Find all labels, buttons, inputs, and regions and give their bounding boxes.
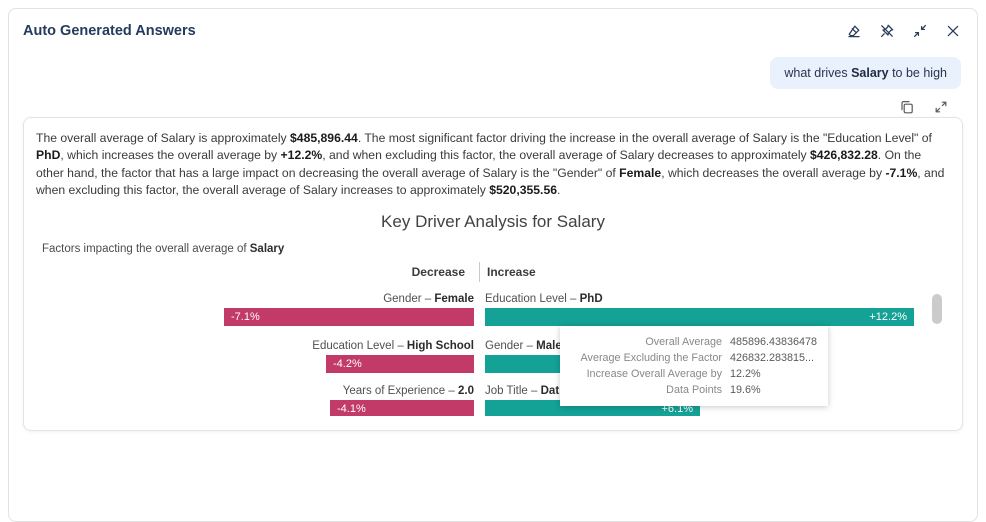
key-driver-chart: Decrease Increase Gender – Female -7.1% Ed… bbox=[36, 262, 950, 416]
decrease-cell: Education Level – High School -4.2% bbox=[36, 339, 474, 373]
axis-divider bbox=[474, 262, 485, 282]
decrease-cell: Years of Experience – 2.0 -4.1% bbox=[36, 384, 474, 416]
question-bubble: what drives Salary to be high bbox=[770, 57, 961, 89]
decrease-column-header: Decrease bbox=[36, 265, 474, 279]
collapse-icon[interactable] bbox=[910, 21, 930, 41]
tooltip-value: 12.2% bbox=[730, 366, 761, 382]
tooltip-value: 485896.43836478 bbox=[730, 334, 817, 350]
tooltip-label: Data Points bbox=[570, 382, 722, 398]
tooltip-label: Average Excluding the Factor bbox=[570, 350, 722, 366]
factor-label: Education Level – High School bbox=[312, 339, 474, 353]
decrease-bar[interactable]: -4.2% bbox=[326, 355, 474, 373]
tooltip-row: Data Points 19.6% bbox=[570, 382, 818, 398]
factor-label: Gender – Male bbox=[485, 339, 562, 353]
increase-column-header: Increase bbox=[485, 265, 950, 279]
answer-toolbar bbox=[9, 93, 977, 115]
close-icon[interactable] bbox=[943, 21, 963, 41]
increase-bar[interactable]: +12.2% bbox=[485, 308, 914, 326]
header-icon-group bbox=[844, 21, 963, 41]
chart-subtitle: Factors impacting the overall average of… bbox=[42, 243, 950, 255]
decrease-cell: Gender – Female -7.1% bbox=[36, 292, 474, 326]
tooltip-row: Overall Average 485896.43836478 bbox=[570, 334, 818, 350]
chart-tooltip: Overall Average485896.43836478Average Ex… bbox=[560, 326, 828, 406]
tooltip-row: Average Excluding the Factor 426832.28381… bbox=[570, 350, 818, 366]
increase-cell: Education Level – PhD +12.2% bbox=[485, 292, 950, 326]
tooltip-value: 426832.283815... bbox=[730, 350, 814, 366]
tooltip-row: Increase Overall Average by 12.2% bbox=[570, 366, 818, 382]
driver-row: Gender – Female -7.1% Education Level – Ph… bbox=[36, 292, 950, 326]
factor-label: Education Level – PhD bbox=[485, 292, 603, 306]
question-row: what drives Salary to be high bbox=[9, 47, 977, 93]
factor-label: Gender – Female bbox=[383, 292, 474, 306]
panel-header: Auto Generated Answers bbox=[9, 9, 977, 47]
tooltip-label: Increase Overall Average by bbox=[570, 366, 722, 382]
axis-header: Decrease Increase bbox=[36, 262, 950, 282]
auto-answers-panel: Auto Generated Answers bbox=[8, 8, 978, 522]
eraser-icon[interactable] bbox=[844, 21, 864, 41]
answer-card: The overall average of Salary is approxi… bbox=[23, 117, 963, 431]
tooltip-value: 19.6% bbox=[730, 382, 761, 398]
copy-icon[interactable] bbox=[897, 97, 917, 117]
unpin-icon[interactable] bbox=[877, 21, 897, 41]
decrease-bar[interactable]: -4.1% bbox=[330, 400, 474, 416]
question-text: what drives Salary to be high bbox=[784, 66, 947, 80]
panel-title: Auto Generated Answers bbox=[23, 23, 196, 39]
factor-label: Job Title – Dat bbox=[485, 384, 559, 398]
factor-label: Years of Experience – 2.0 bbox=[343, 384, 474, 398]
tooltip-label: Overall Average bbox=[570, 334, 722, 350]
chart-scrollbar-thumb[interactable] bbox=[932, 294, 942, 324]
answer-paragraph: The overall average of Salary is approxi… bbox=[36, 130, 950, 199]
expand-icon[interactable] bbox=[931, 97, 951, 117]
chart-title: Key Driver Analysis for Salary bbox=[36, 212, 950, 232]
decrease-bar[interactable]: -7.1% bbox=[224, 308, 474, 326]
